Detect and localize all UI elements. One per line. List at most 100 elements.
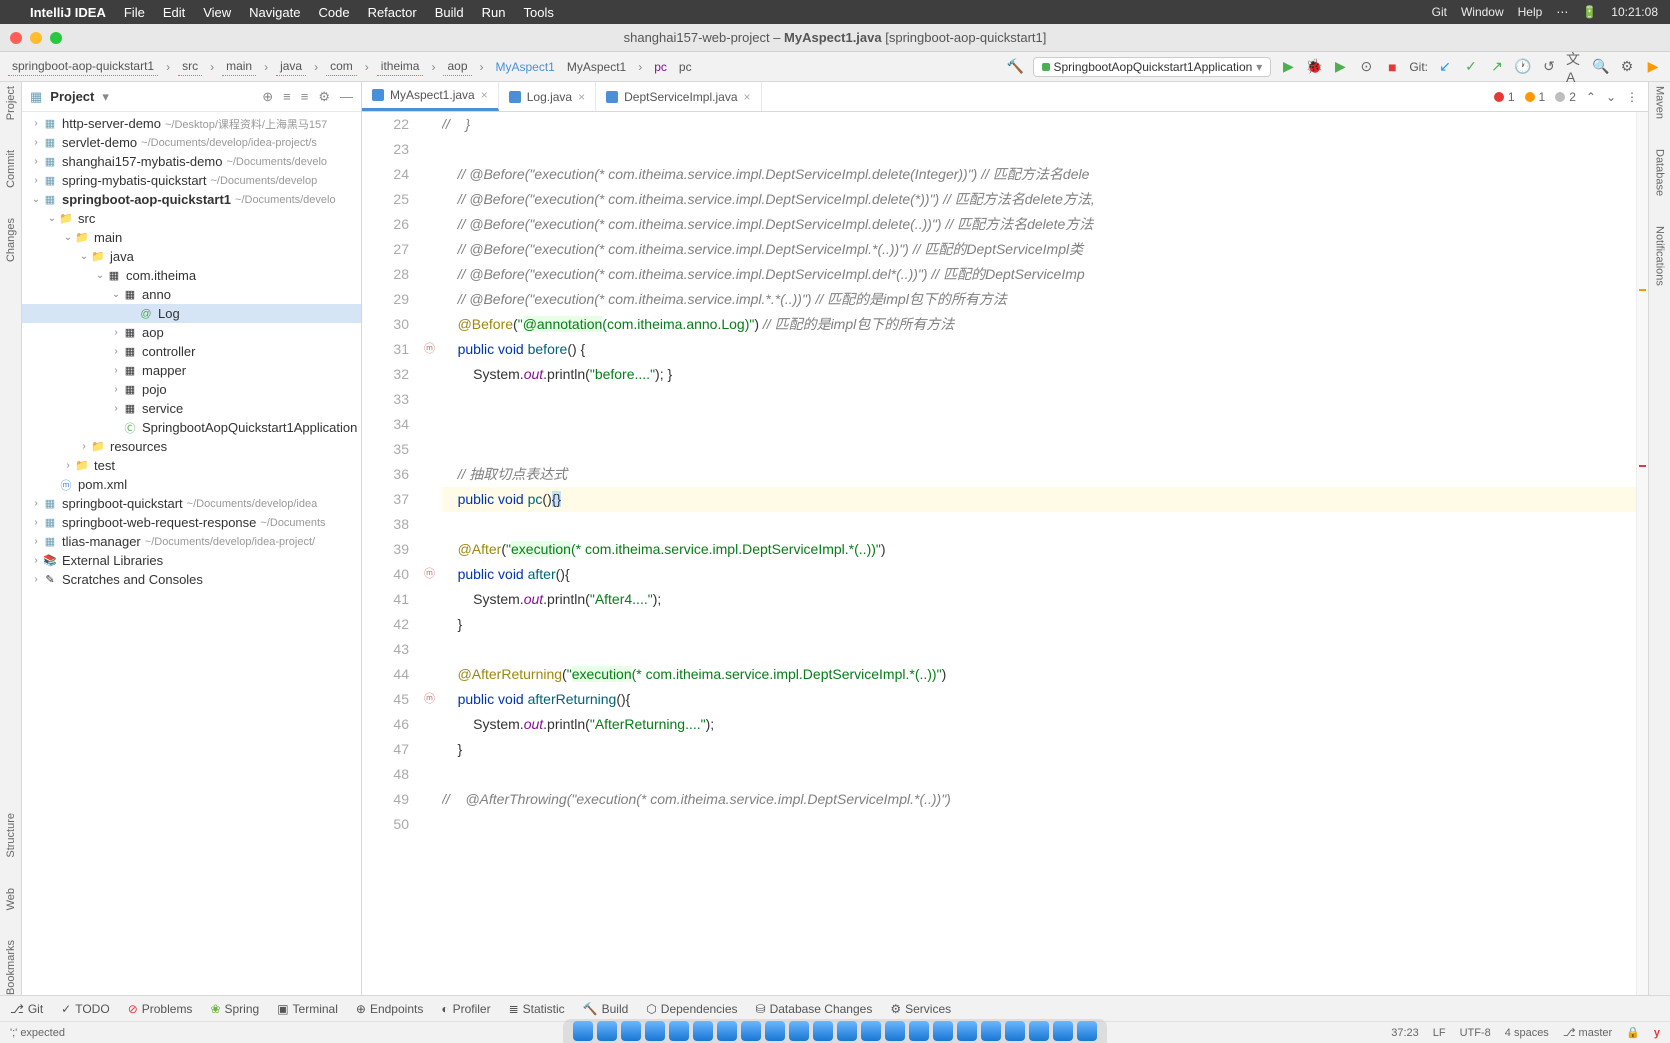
tree-item[interactable]: ⌄📁main xyxy=(22,228,361,247)
translate-icon[interactable]: 文A xyxy=(1566,58,1584,76)
line-gutter[interactable]: 2223242526272829303132333435363738394041… xyxy=(362,112,417,995)
tree-item[interactable]: ›▦springboot-web-request-response~/Docum… xyxy=(22,513,361,532)
indent[interactable]: 4 spaces xyxy=(1505,1027,1549,1039)
breadcrumb-item[interactable]: MyAspect1 xyxy=(563,58,630,76)
breadcrumb-item[interactable]: aop xyxy=(443,57,471,76)
git-rollback-icon[interactable]: ↺ xyxy=(1540,58,1558,76)
tree-item[interactable]: ›▦tlias-manager~/Documents/develop/idea-… xyxy=(22,532,361,551)
tree-item[interactable]: ›📚External Libraries xyxy=(22,551,361,570)
tree-item[interactable]: @Log xyxy=(22,304,361,323)
git-push-icon[interactable]: ↗ xyxy=(1488,58,1506,76)
clock[interactable]: 10:21:08 xyxy=(1611,5,1658,19)
toolstrip-bookmarks[interactable]: Bookmarks xyxy=(5,940,17,995)
search-icon[interactable]: 🔍 xyxy=(1592,58,1610,76)
more-icon[interactable]: ⋮ xyxy=(1626,90,1638,104)
tree-item[interactable]: ⌄📁src xyxy=(22,209,361,228)
toolstrip-structure[interactable]: Structure xyxy=(5,813,17,858)
tree-item[interactable]: ›▦mapper xyxy=(22,361,361,380)
encoding[interactable]: UTF-8 xyxy=(1460,1027,1491,1039)
code-editor[interactable]: // } // @Before("execution(* com.itheima… xyxy=(442,112,1636,995)
weak-warning-count[interactable]: 2 xyxy=(1555,90,1576,104)
tool-services[interactable]: ⚙ Services xyxy=(890,1002,951,1016)
tree-item[interactable]: ›📁resources xyxy=(22,437,361,456)
git-commit-icon[interactable]: ✓ xyxy=(1462,58,1480,76)
breadcrumb-item[interactable]: com xyxy=(326,57,357,76)
close-tab-icon[interactable]: × xyxy=(578,90,585,104)
editor-tab[interactable]: Log.java× xyxy=(499,82,596,111)
tool-build[interactable]: 🔨 Build xyxy=(583,1002,629,1016)
tool-db-changes[interactable]: ⛁ Database Changes xyxy=(756,1002,873,1016)
profile-icon[interactable]: ⊙ xyxy=(1357,58,1375,76)
breadcrumb-item[interactable]: pc xyxy=(650,58,671,76)
tree-item[interactable]: ⌄▦springboot-aop-quickstart1~/Documents/… xyxy=(22,190,361,209)
tree-item[interactable]: ⌄▦com.itheima xyxy=(22,266,361,285)
breadcrumb-item[interactable]: pc xyxy=(675,58,696,76)
menu-window[interactable]: Window xyxy=(1461,5,1504,19)
maximize-button[interactable] xyxy=(50,32,62,44)
error-count[interactable]: 1 xyxy=(1494,90,1515,104)
tool-todo[interactable]: ✓ TODO xyxy=(61,1002,110,1016)
menu-run[interactable]: Run xyxy=(482,5,506,20)
close-tab-icon[interactable]: × xyxy=(481,88,488,102)
warning-count[interactable]: 1 xyxy=(1525,90,1546,104)
tree-item[interactable]: ›▦aop xyxy=(22,323,361,342)
menu-file[interactable]: File xyxy=(124,5,145,20)
toolstrip-project[interactable]: Project xyxy=(5,86,17,120)
tree-item[interactable]: ›▦spring-mybatis-quickstart~/Documents/d… xyxy=(22,171,361,190)
toolstrip-database[interactable]: Database xyxy=(1654,149,1666,196)
menu-view[interactable]: View xyxy=(203,5,231,20)
tool-git[interactable]: ⎇ Git xyxy=(10,1002,43,1016)
tree-item[interactable]: ›▦http-server-demo~/Desktop/课程资料/上海黑马157 xyxy=(22,114,361,133)
tree-item[interactable]: ›✎Scratches and Consoles xyxy=(22,570,361,589)
app-name[interactable]: IntelliJ IDEA xyxy=(30,5,106,20)
git-branch[interactable]: ⎇ master xyxy=(1563,1026,1612,1039)
menu-edit[interactable]: Edit xyxy=(163,5,185,20)
gutter-icons[interactable]: ⓜⓜⓜ xyxy=(417,112,442,995)
debug-icon[interactable]: 🐞 xyxy=(1305,58,1323,76)
close-button[interactable] xyxy=(10,32,22,44)
yd-icon[interactable]: y xyxy=(1654,1027,1660,1039)
down-icon[interactable]: ⌄ xyxy=(1606,90,1616,104)
tree-item[interactable]: ›▦pojo xyxy=(22,380,361,399)
menu-git[interactable]: Git xyxy=(1432,5,1447,19)
settings-icon[interactable]: ⚙ xyxy=(1618,58,1636,76)
tool-terminal[interactable]: ▣ Terminal xyxy=(277,1002,338,1016)
close-tab-icon[interactable]: × xyxy=(744,90,751,104)
tree-item[interactable]: ⒸSpringbootAopQuickstart1Application xyxy=(22,418,361,437)
mac-dock[interactable] xyxy=(563,1019,1107,1043)
toolstrip-web[interactable]: Web xyxy=(5,888,17,910)
run-config-selector[interactable]: SpringbootAopQuickstart1Application ▾ xyxy=(1033,57,1272,77)
tool-spring[interactable]: ❀ Spring xyxy=(210,1002,259,1016)
stop-icon[interactable]: ■ xyxy=(1383,58,1401,76)
wifi-icon[interactable]: ⋯ xyxy=(1556,5,1568,19)
git-history-icon[interactable]: 🕐 xyxy=(1514,58,1532,76)
tree-item[interactable]: ⌄▦anno xyxy=(22,285,361,304)
breadcrumb-item[interactable]: java xyxy=(276,57,306,76)
minimize-button[interactable] xyxy=(30,32,42,44)
menu-navigate[interactable]: Navigate xyxy=(249,5,300,20)
battery-icon[interactable]: 🔋 xyxy=(1582,5,1597,19)
expand-icon[interactable]: ≡ xyxy=(283,89,291,105)
ide-icon[interactable]: ▶ xyxy=(1644,58,1662,76)
coverage-icon[interactable]: ▶ xyxy=(1331,58,1349,76)
toolstrip-changes[interactable]: Changes xyxy=(5,218,17,262)
tree-item[interactable]: ›▦controller xyxy=(22,342,361,361)
breadcrumb-item[interactable]: src xyxy=(178,57,202,76)
tree-item[interactable]: ⓜpom.xml xyxy=(22,475,361,494)
editor-tab[interactable]: DeptServiceImpl.java× xyxy=(596,82,761,111)
toolstrip-commit[interactable]: Commit xyxy=(5,150,17,188)
tool-problems[interactable]: ⊘ Problems xyxy=(128,1002,193,1016)
tree-item[interactable]: ›📁test xyxy=(22,456,361,475)
tool-statistic[interactable]: ≣ Statistic xyxy=(509,1002,565,1016)
caret-position[interactable]: 37:23 xyxy=(1391,1027,1419,1039)
tree-item[interactable]: ›▦springboot-quickstart~/Documents/devel… xyxy=(22,494,361,513)
hammer-icon[interactable]: 🔨 xyxy=(1007,58,1025,76)
breadcrumb-item[interactable]: springboot-aop-quickstart1 xyxy=(8,57,158,76)
menu-build[interactable]: Build xyxy=(435,5,464,20)
breadcrumb-item[interactable]: MyAspect1 xyxy=(492,58,559,76)
run-icon[interactable]: ▶ xyxy=(1279,58,1297,76)
menu-refactor[interactable]: Refactor xyxy=(368,5,417,20)
editor-tab[interactable]: MyAspect1.java× xyxy=(362,82,499,111)
toolstrip-maven[interactable]: Maven xyxy=(1654,86,1666,119)
menu-help[interactable]: Help xyxy=(1518,5,1543,19)
